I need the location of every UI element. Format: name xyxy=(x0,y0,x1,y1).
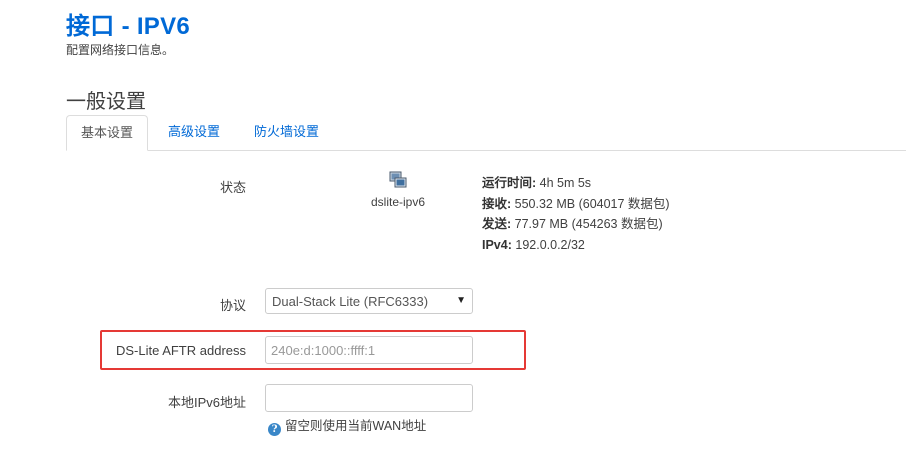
rx-row: 接收: 550.32 MB (604017 数据包) xyxy=(482,194,670,215)
ipv4-value: 192.0.0.2/32 xyxy=(511,237,585,252)
tab-bar: 基本设置 高级设置 防火墙设置 xyxy=(66,115,906,151)
status-label: 状态 xyxy=(219,180,246,195)
ipv4-label: IPv4: xyxy=(482,237,512,252)
interface-name: dslite-ipv6 xyxy=(370,195,426,209)
local-ipv6-input[interactable] xyxy=(265,384,473,412)
protocol-label: 协议 xyxy=(219,298,246,313)
tab-firewall-settings[interactable]: 防火墙设置 xyxy=(254,115,319,149)
local-ipv6-label: 本地IPv6地址 xyxy=(167,395,246,410)
hint-text: 留空则使用当前WAN地址 xyxy=(285,419,427,433)
aftr-address-label: DS-Lite AFTR address xyxy=(115,343,246,358)
uptime-label: 运行时间: xyxy=(482,176,537,190)
network-interface-icon xyxy=(389,171,407,188)
tx-label: 发送: xyxy=(482,217,512,231)
info-icon: ? xyxy=(268,423,281,436)
rx-label: 接收: xyxy=(482,196,512,211)
chevron-down-icon: ▼ xyxy=(456,295,466,306)
interface-badge: dslite-ipv6 xyxy=(360,171,436,209)
aftr-address-input[interactable] xyxy=(265,336,473,364)
protocol-selected-value: Dual-Stack Lite (RFC6333) xyxy=(272,294,429,309)
tx-row: 发送: 77.97 MB (454263 数据包) xyxy=(482,214,670,235)
tab-basic-settings[interactable]: 基本设置 xyxy=(66,115,149,151)
uptime-row: 运行时间: 4h 5m 5s xyxy=(482,173,670,194)
interface-stats: 运行时间: 4h 5m 5s 接收: 550.32 MB (604017 数据包… xyxy=(482,173,670,255)
section-title: 一般设置 xyxy=(66,91,146,113)
protocol-select[interactable]: Dual-Stack Lite (RFC6333) ▼ xyxy=(265,288,473,314)
ipv4-row: IPv4: 192.0.0.2/32 xyxy=(482,235,670,256)
uptime-value: 4h 5m 5s xyxy=(536,176,592,190)
page-title: 接口 - IPV6 xyxy=(66,13,191,40)
local-ipv6-hint: ? 留空则使用当前WAN地址 xyxy=(268,415,426,436)
tab-advanced-settings[interactable]: 高级设置 xyxy=(168,115,220,149)
page-description: 配置网络接口信息。 xyxy=(66,43,175,57)
rx-value: 550.32 MB (604017 数据包) xyxy=(511,196,670,211)
tx-value: 77.97 MB (454263 数据包) xyxy=(511,217,663,231)
